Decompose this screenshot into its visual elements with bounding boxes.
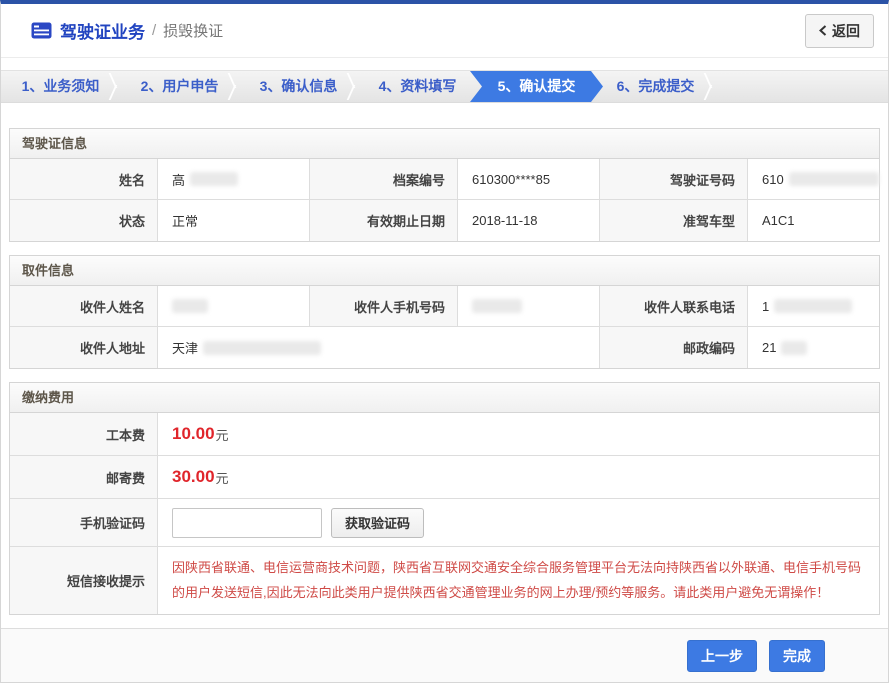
recipient-mobile-label: 收件人手机号码 [310,286,458,326]
postal-code-value: 21 [748,327,879,368]
table-row: 收件人姓名 收件人手机号码 收件人联系电话 1 [10,286,879,327]
table-row: 姓名 高 档案编号 610300****85 驾驶证号码 610 [10,159,879,200]
name-value: 高 [158,159,310,199]
finish-button[interactable]: 完成 [769,640,825,672]
table-row: 收件人地址 天津 邮政编码 21 [10,327,879,368]
recipient-name-label: 收件人姓名 [10,286,158,326]
redaction-blur [203,341,321,355]
production-fee-label: 工本费 [10,413,158,455]
page-title: 驾驶证业务 [60,18,145,43]
table-row: 状态 正常 有效期止日期 2018-11-18 准驾车型 A1C1 [10,200,879,241]
license-number-value: 610 [748,159,879,199]
vehicle-class-label: 准驾车型 [600,200,748,241]
step-6-complete-submit: 6、完成提交 [596,71,715,102]
main-content: 驾驶证信息 姓名 高 档案编号 610300****85 驾驶证号码 610 状… [1,103,888,615]
recipient-address-value: 天津 [158,327,600,368]
sms-notice-text: 因陕西省联通、电信运营商技术问题，陕西省互联网交通安全综合服务管理平台无法向持陕… [158,547,879,614]
mailing-fee-unit: 元 [216,468,229,487]
valid-until-value: 2018-11-18 [458,200,600,241]
redaction-blur [774,299,852,313]
production-fee-amount: 10.00 [172,424,215,444]
recipient-name-value [158,286,310,326]
chevron-left-icon [819,25,827,36]
production-fee-unit: 元 [216,425,229,444]
redaction-blur [472,299,522,313]
sms-notice-label: 短信接收提示 [10,547,158,614]
fees-title: 缴纳费用 [10,383,879,413]
breadcrumb-separator: / [152,22,156,39]
pickup-info-title: 取件信息 [10,256,879,286]
sms-code-cell: 获取验证码 [158,499,879,546]
license-info-section: 驾驶证信息 姓名 高 档案编号 610300****85 驾驶证号码 610 状… [9,128,880,242]
name-label: 姓名 [10,159,158,199]
previous-step-button[interactable]: 上一步 [687,640,757,672]
redaction-blur [172,299,208,313]
step-2-user-declaration: 2、用户申告 [120,71,239,102]
recipient-phone-label: 收件人联系电话 [600,286,748,326]
get-sms-code-button[interactable]: 获取验证码 [331,508,424,538]
header: 驾驶证业务 / 损毁换证 返回 [1,4,888,58]
footer-action-bar: 上一步 完成 [1,628,888,682]
sms-code-label: 手机验证码 [10,499,158,546]
step-3-confirm-info: 3、确认信息 [239,71,358,102]
recipient-address-label: 收件人地址 [10,327,158,368]
mailing-fee-row: 邮寄费 30.00 元 [10,456,879,499]
sms-code-input[interactable] [172,508,322,538]
sms-notice-row: 短信接收提示 因陕西省联通、电信运营商技术问题，陕西省互联网交通安全综合服务管理… [10,547,879,614]
redaction-blur [781,341,807,355]
production-fee-row: 工本费 10.00 元 [10,413,879,456]
production-fee-value: 10.00 元 [158,413,879,455]
recipient-phone-value: 1 [748,286,879,326]
pickup-info-section: 取件信息 收件人姓名 收件人手机号码 收件人联系电话 1 收件人地址 [9,255,880,369]
step-1-business-notice: 1、业务须知 [1,71,120,102]
license-info-title: 驾驶证信息 [10,129,879,159]
breadcrumb-current: 损毁换证 [163,20,223,41]
redaction-blur [789,172,879,186]
fees-section: 缴纳费用 工本费 10.00 元 邮寄费 30.00 元 手机验证码 [9,382,880,615]
file-number-label: 档案编号 [310,159,458,199]
license-number-label: 驾驶证号码 [600,159,748,199]
step-nav: 1、业务须知 2、用户申告 3、确认信息 4、资料填写 5、确认提交 6、完成提… [1,70,888,103]
status-value: 正常 [158,200,310,241]
mailing-fee-value: 30.00 元 [158,456,879,498]
redaction-blur [190,172,238,186]
sms-code-row: 手机验证码 获取验证码 [10,499,879,547]
back-button-label: 返回 [832,21,860,41]
step-4-fill-data: 4、资料填写 [358,71,477,102]
status-label: 状态 [10,200,158,241]
back-button[interactable]: 返回 [805,14,874,48]
recipient-mobile-value [458,286,600,326]
vehicle-class-value: A1C1 [748,200,879,241]
valid-until-label: 有效期止日期 [310,200,458,241]
license-service-panel: 驾驶证业务 / 损毁换证 返回 1、业务须知 2、用户申告 3、确认信息 4、资… [0,0,889,683]
mailing-fee-label: 邮寄费 [10,456,158,498]
postal-code-label: 邮政编码 [600,327,748,368]
file-number-value: 610300****85 [458,159,600,199]
mailing-fee-amount: 30.00 [172,467,215,487]
license-list-icon [31,22,52,39]
step-5-confirm-submit-active: 5、确认提交 [470,71,603,102]
